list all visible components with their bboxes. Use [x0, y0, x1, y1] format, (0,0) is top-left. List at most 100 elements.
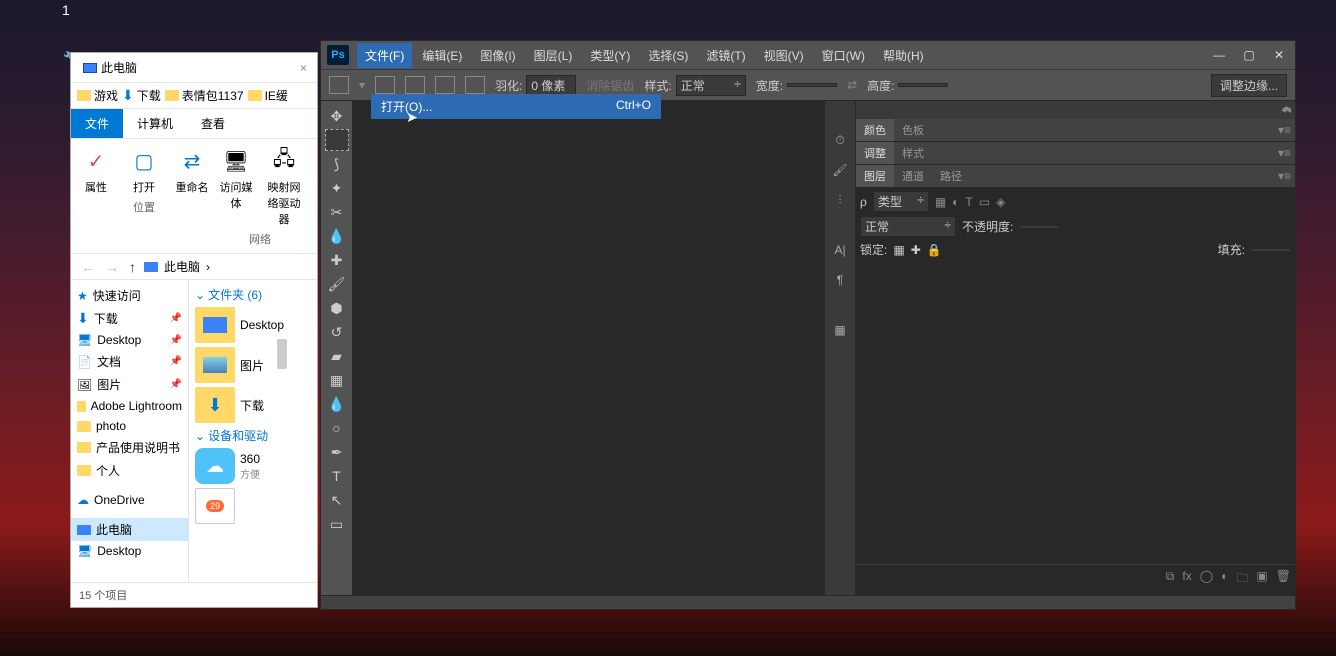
lock-pixels-icon[interactable]: ▦ — [893, 243, 904, 257]
delete-layer-icon[interactable]: 🗑 — [1276, 569, 1291, 590]
ribbon-properties[interactable]: ✓属性 — [75, 145, 117, 195]
sidebar-this-pc[interactable]: 此电脑 — [71, 518, 188, 541]
sidebar-folder[interactable]: photo — [71, 416, 188, 436]
maximize-icon[interactable]: ▢ — [1239, 47, 1259, 63]
close-tab-icon[interactable]: × — [294, 61, 313, 75]
swatches-tab[interactable]: 色板 — [894, 119, 932, 141]
layer-mask-icon[interactable]: ◯ — [1200, 569, 1213, 590]
layer-fx-icon[interactable]: fx — [1182, 569, 1191, 590]
device-item[interactable]: ☁360方便 — [191, 446, 315, 486]
paths-tab[interactable]: 路径 — [932, 165, 970, 187]
menu-view[interactable]: 视图(V) — [756, 43, 812, 68]
new-layer-icon[interactable]: ▣ — [1256, 569, 1267, 590]
layers-tab[interactable]: 图层 — [856, 165, 894, 187]
menu-filter[interactable]: 滤镜(T) — [698, 43, 753, 68]
feather-input[interactable]: 0 像素 — [526, 75, 576, 96]
menu-help[interactable]: 帮助(H) — [875, 43, 932, 68]
chevron-down-icon[interactable]: ▾ — [359, 78, 365, 92]
nav-up-icon[interactable]: ↑ — [127, 259, 138, 275]
dodge-tool-icon[interactable]: ○ — [325, 417, 349, 439]
ribbon-open[interactable]: ▢打开 — [123, 145, 165, 195]
sidebar-pictures[interactable]: 🖼图片📌 — [71, 373, 188, 396]
character-panel-icon[interactable]: A| — [829, 239, 851, 261]
selection-new-icon[interactable] — [375, 76, 395, 94]
styles-tab[interactable]: 样式 — [894, 142, 932, 164]
marquee-tool-icon[interactable] — [325, 129, 349, 151]
history-brush-tool-icon[interactable]: ↺ — [325, 321, 349, 343]
menu-file[interactable]: 文件(F) — [357, 43, 412, 68]
history-panel-icon[interactable]: ⏱ — [829, 129, 851, 151]
bookmark-item[interactable]: 表情包1137 — [165, 87, 244, 104]
sidebar-folder[interactable]: 个人 — [71, 459, 188, 482]
bookmark-item[interactable]: IE缓 — [248, 87, 288, 104]
sidebar-onedrive[interactable]: ☁OneDrive — [71, 490, 188, 510]
nav-forward-icon[interactable]: → — [103, 259, 121, 275]
stamp-tool-icon[interactable]: ⬢ — [325, 297, 349, 319]
width-input[interactable] — [787, 83, 837, 87]
selection-subtract-icon[interactable] — [435, 76, 455, 94]
type-tool-icon[interactable]: T — [325, 465, 349, 487]
brush-presets-icon[interactable]: ⫶ — [829, 189, 851, 211]
collapse-icon[interactable]: ◂▸ — [1282, 103, 1291, 114]
menu-select[interactable]: 选择(S) — [640, 43, 696, 68]
shape-tool-icon[interactable]: ▭ — [325, 513, 349, 535]
sidebar-folder[interactable]: Adobe Lightroom — [71, 396, 188, 416]
ribbon-media[interactable]: 🖥访问媒体 — [215, 145, 257, 227]
menu-type[interactable]: 类型(Y) — [582, 43, 638, 68]
lasso-tool-icon[interactable]: ⟆ — [325, 153, 349, 175]
healing-tool-icon[interactable]: ✚ — [325, 249, 349, 271]
link-layers-icon[interactable]: ⧉ — [1166, 569, 1175, 590]
explorer-titlebar[interactable]: 此电脑 × — [71, 53, 317, 83]
menu-layer[interactable]: 图层(L) — [526, 43, 581, 68]
filter-shape-icon[interactable]: ▭ — [979, 195, 990, 209]
canvas-area[interactable] — [353, 101, 824, 595]
adjustment-layer-icon[interactable]: ◐ — [1221, 569, 1228, 590]
folder-item[interactable]: Desktop — [191, 305, 315, 345]
paragraph-panel-icon[interactable]: ¶ — [829, 269, 851, 291]
style-select[interactable]: 正常÷ — [676, 75, 746, 96]
menu-edit[interactable]: 编辑(E) — [414, 43, 470, 68]
move-tool-icon[interactable]: ✥ — [325, 105, 349, 127]
adjustments-tab[interactable]: 调整 — [856, 142, 894, 164]
selection-intersect-icon[interactable] — [465, 76, 485, 94]
minimize-icon[interactable]: — — [1209, 47, 1229, 63]
filter-kind-icon[interactable]: ρ — [860, 195, 867, 209]
eraser-tool-icon[interactable]: ▰ — [325, 345, 349, 367]
lock-position-icon[interactable]: ✚ — [911, 243, 921, 257]
folder-item[interactable]: ⬇下载 — [191, 385, 315, 425]
ribbon-rename[interactable]: ⇄重命名 — [171, 145, 213, 195]
device-item[interactable]: 29 — [191, 486, 315, 526]
horizontal-scrollbar[interactable] — [321, 595, 1295, 609]
eyedropper-tool-icon[interactable]: 💧 — [325, 225, 349, 247]
panel-menu-icon[interactable]: ▾≡ — [1274, 146, 1295, 160]
ribbon-map-drive[interactable]: 🖧映射网络驱动器 — [263, 145, 305, 227]
blur-tool-icon[interactable]: 💧 — [325, 393, 349, 415]
crop-tool-icon[interactable]: ✂ — [325, 201, 349, 223]
opacity-input[interactable] — [1019, 225, 1059, 229]
folders-header[interactable]: ⌄文件夹 (6) — [191, 284, 315, 305]
ps-titlebar[interactable]: Ps 文件(F) 编辑(E) 图像(I) 图层(L) 类型(Y) 选择(S) 滤… — [321, 41, 1295, 69]
filter-kind-select[interactable]: 类型÷ — [873, 191, 929, 212]
ribbon-tab-file[interactable]: 文件 — [71, 109, 123, 138]
filter-type-icon[interactable]: T — [965, 195, 972, 209]
devices-header[interactable]: ⌄设备和驱动 — [191, 425, 315, 446]
menu-window[interactable]: 窗口(W) — [814, 43, 873, 68]
ribbon-tab-view[interactable]: 查看 — [187, 109, 239, 138]
nav-back-icon[interactable]: ← — [79, 259, 97, 275]
swap-icon[interactable]: ⇄ — [847, 78, 857, 92]
selection-add-icon[interactable] — [405, 76, 425, 94]
gradient-tool-icon[interactable]: ▦ — [325, 369, 349, 391]
sidebar-documents[interactable]: 📄文档📌 — [71, 350, 188, 373]
filter-pixel-icon[interactable]: ▦ — [935, 195, 946, 209]
menu-image[interactable]: 图像(I) — [472, 43, 523, 68]
folder-item[interactable]: 图片 — [191, 345, 315, 385]
marquee-icon[interactable] — [329, 76, 349, 94]
refine-edge-button[interactable]: 调整边缘... — [1211, 74, 1287, 97]
sidebar-downloads[interactable]: ⬇下载📌 — [71, 307, 188, 330]
sidebar-quick-access[interactable]: ★快速访问 — [71, 284, 188, 307]
panel-menu-icon[interactable]: ▾≡ — [1274, 123, 1295, 137]
height-input[interactable] — [898, 83, 948, 87]
brush-tool-icon[interactable]: 🖌 — [325, 273, 349, 295]
antialias-checkbox[interactable]: 消除锯齿 — [586, 77, 634, 94]
close-icon[interactable]: ✕ — [1269, 47, 1289, 63]
